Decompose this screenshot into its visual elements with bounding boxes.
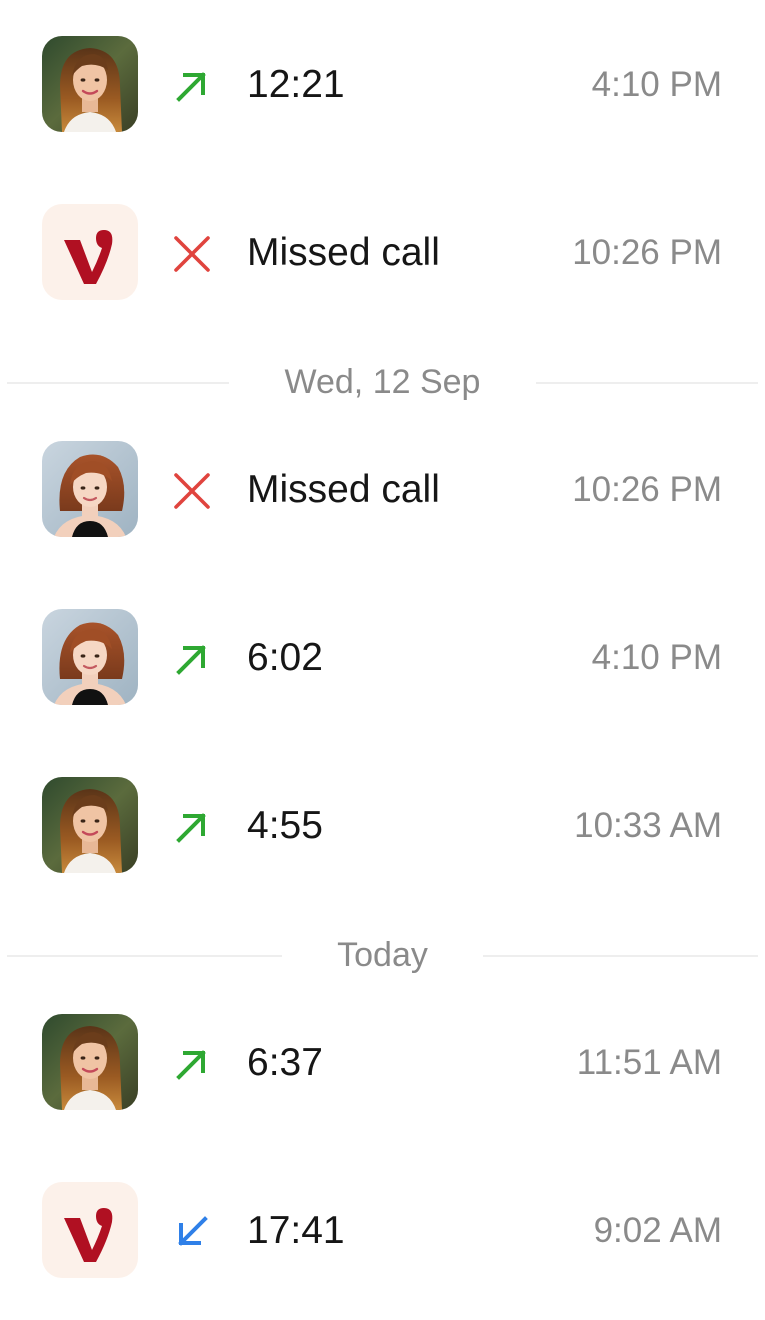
call-time: 11:51 AM [576,1043,722,1082]
call-time: 10:26 PM [572,470,722,509]
call-row[interactable]: 4:55 10:33 AM [0,765,765,885]
outgoing-call-arrow-icon [170,805,214,849]
call-row[interactable]: 17:41 9:02 AM [0,1170,765,1290]
contact-avatar-brand-logo[interactable] [42,1182,138,1278]
call-row[interactable]: 6:37 11:51 AM [0,1002,765,1122]
divider-line [536,382,758,384]
call-time: 10:33 AM [574,806,722,845]
call-row[interactable]: 12:21 4:10 PM [0,24,765,144]
call-duration-label: 6:37 [247,1041,323,1084]
call-status-label: Missed call [247,468,440,511]
call-history-list: 12:21 4:10 PM Missed call 10:26 PM Wed, … [0,0,765,1320]
call-status-label: Missed call [247,231,440,274]
call-row[interactable]: Missed call 10:26 PM [0,429,765,549]
contact-avatar-woman-long-hair[interactable] [42,777,138,873]
call-row[interactable]: Missed call 10:26 PM [0,192,765,312]
call-duration-label: 6:02 [247,636,323,679]
contact-avatar-woman-long-hair[interactable] [42,36,138,132]
call-row[interactable]: 6:02 4:10 PM [0,597,765,717]
outgoing-call-arrow-icon [170,637,214,681]
date-divider: Today [0,931,765,981]
contact-avatar-woman-long-hair[interactable] [42,1014,138,1110]
contact-avatar-woman-bob-hair[interactable] [42,441,138,537]
call-time: 4:10 PM [591,65,722,104]
call-time: 10:26 PM [572,233,722,272]
incoming-call-arrow-icon [170,1210,214,1254]
missed-call-x-icon [170,232,214,276]
call-duration-label: 17:41 [247,1209,345,1252]
outgoing-call-arrow-icon [170,64,214,108]
call-time: 9:02 AM [593,1211,722,1250]
divider-line [483,955,758,957]
call-time: 4:10 PM [591,638,722,677]
outgoing-call-arrow-icon [170,1042,214,1086]
date-divider: Wed, 12 Sep [0,358,765,408]
call-duration-label: 4:55 [247,804,323,847]
call-duration-label: 12:21 [247,63,345,106]
contact-avatar-woman-bob-hair[interactable] [42,609,138,705]
contact-avatar-brand-logo[interactable] [42,204,138,300]
missed-call-x-icon [170,469,214,513]
